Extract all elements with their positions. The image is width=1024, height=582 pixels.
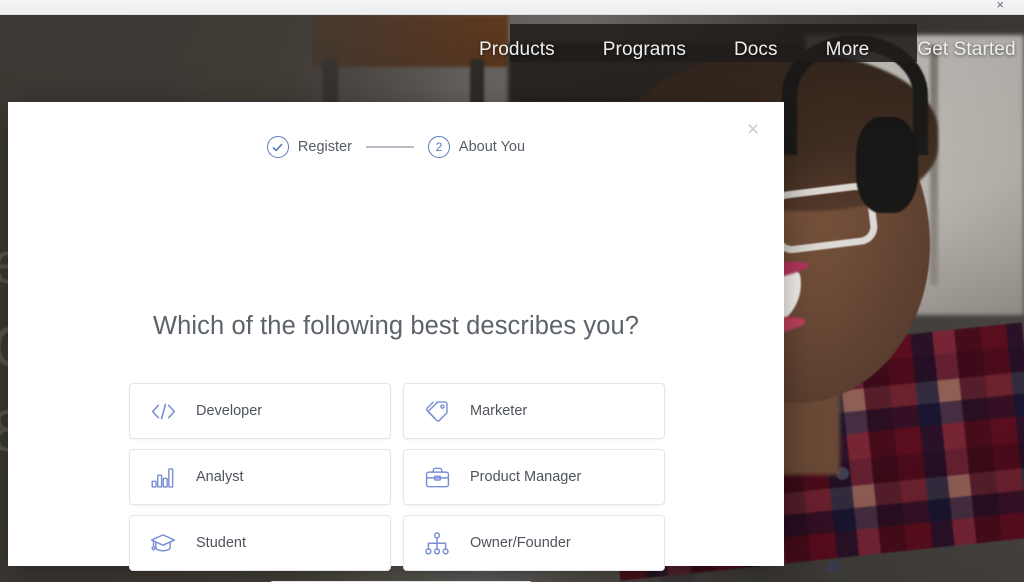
nav-link-more[interactable]: More xyxy=(802,39,894,61)
briefcase-icon xyxy=(422,463,452,491)
role-option-product-manager[interactable]: Product Manager xyxy=(403,449,665,505)
stepper-step-about-you-label: About You xyxy=(458,139,526,155)
browser-chrome-bar: × xyxy=(0,0,1024,15)
step-number-circle: 2 xyxy=(427,136,450,158)
registration-stepper: Register 2 About You xyxy=(8,136,784,158)
nav-link-products[interactable]: Products xyxy=(455,39,579,61)
org-chart-icon xyxy=(422,529,452,557)
page-root: e C 8 × Products Programs Docs More Get … xyxy=(0,0,1024,582)
graduation-cap-icon xyxy=(148,529,178,557)
stepper-connector-line xyxy=(365,146,414,148)
nav-link-docs[interactable]: Docs xyxy=(710,39,802,61)
role-options-row-3: Student Owner/Founder xyxy=(129,515,672,571)
bar-chart-icon xyxy=(148,463,178,491)
role-option-owner-founder-label: Owner/Founder xyxy=(470,535,571,551)
nav-link-get-started[interactable]: Get Started xyxy=(893,39,1015,61)
nav-link-programs[interactable]: Programs xyxy=(579,39,710,61)
role-options-row-1: Developer Marketer xyxy=(129,383,672,439)
site-navigation: Products Programs Docs More Get Started xyxy=(0,15,1024,77)
role-option-marketer-label: Marketer xyxy=(470,403,528,419)
price-tag-icon xyxy=(422,397,452,425)
browser-chrome-surface xyxy=(0,0,1024,13)
role-options-grid: Developer Marketer Analyst Product Manag… xyxy=(129,383,672,582)
stepper-step-register-label: Register xyxy=(297,139,352,155)
nav-links: Products Programs Docs More Get Started xyxy=(455,39,1016,61)
role-option-student-label: Student xyxy=(196,535,246,551)
stepper-step-register[interactable]: Register xyxy=(266,136,352,158)
check-circle-icon xyxy=(266,136,289,158)
role-option-owner-founder[interactable]: Owner/Founder xyxy=(403,515,665,571)
stepper-step-about-you[interactable]: 2 About You xyxy=(427,136,526,158)
role-options-row-2: Analyst Product Manager xyxy=(129,449,672,505)
role-option-developer[interactable]: Developer xyxy=(129,383,391,439)
role-option-analyst-label: Analyst xyxy=(196,469,244,485)
role-option-developer-label: Developer xyxy=(196,403,263,419)
about-you-modal: × Register 2 About You Which of the foll… xyxy=(8,102,784,582)
close-icon[interactable]: × xyxy=(996,0,1004,12)
role-option-product-manager-label: Product Manager xyxy=(470,469,582,485)
role-option-student[interactable]: Student xyxy=(129,515,391,571)
role-option-analyst[interactable]: Analyst xyxy=(129,449,391,505)
modal-heading: Which of the following best describes yo… xyxy=(152,312,640,340)
role-option-marketer[interactable]: Marketer xyxy=(403,383,665,439)
code-brackets-icon xyxy=(148,397,178,425)
